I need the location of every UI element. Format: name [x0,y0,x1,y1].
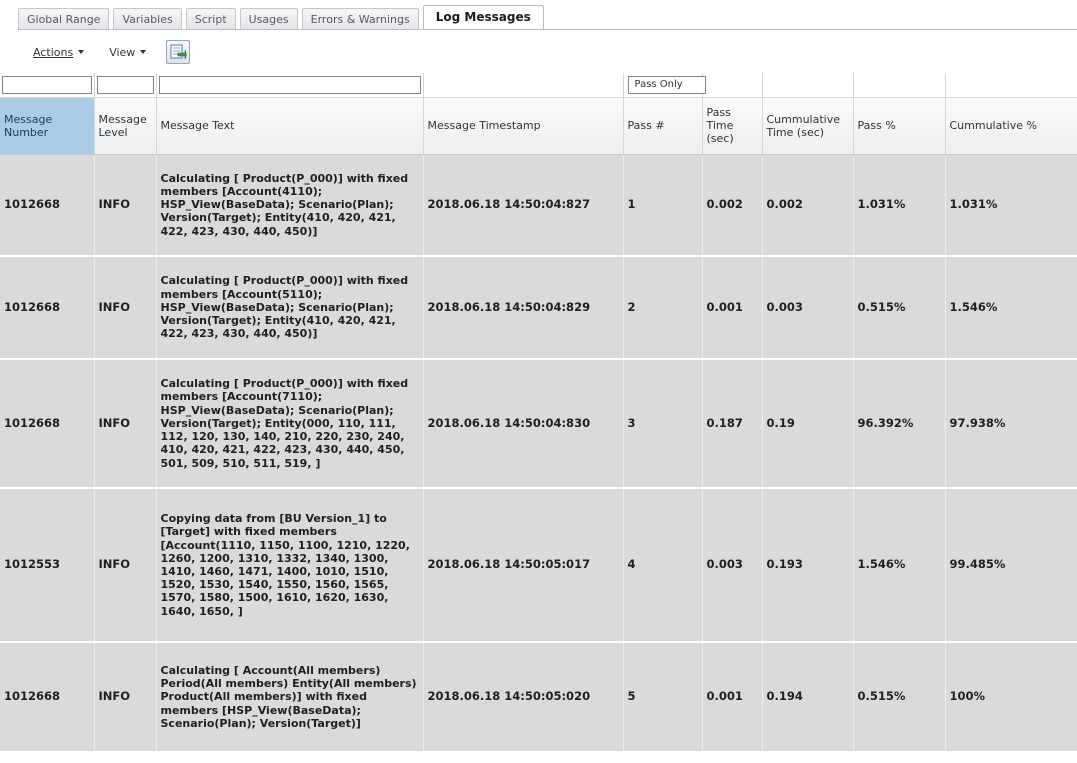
cell-cumulative-percent: 1.031% [945,154,1077,257]
export-to-excel-icon [170,44,188,60]
cell-message-text: Calculating [ Product(P_000)] with fixed… [156,154,424,257]
cell-pass-number: 1 [623,154,703,257]
filter-row: Pass Only [0,73,1077,98]
cell-pass-number: 3 [623,359,703,489]
cell-cumulative-time: 0.19 [762,359,854,489]
cell-pass-time: 0.001 [702,642,763,753]
cell-pass-time: 0.001 [702,256,763,360]
column-header-cumulative-percent[interactable]: Cummulative % [945,97,1077,155]
cell-message-number: 1012553 [0,488,95,643]
tab-divider [18,29,1077,30]
log-messages-table: Pass Only Message Number Message Level M… [0,73,1077,753]
cell-pass-number: 5 [623,642,703,753]
export-button[interactable] [166,40,191,64]
cell-message-timestamp: 2018.06.18 14:50:04:827 [423,154,624,257]
cell-pass-percent: 0.515% [853,642,946,753]
cell-cumulative-percent: 97.938% [945,359,1077,489]
cell-message-level: INFO [94,642,157,753]
column-header-pass-time[interactable]: Pass Time (sec) [702,97,763,155]
column-header-cumulative-time[interactable]: Cummulative Time (sec) [762,97,854,155]
tab-log-messages[interactable]: Log Messages [422,5,544,30]
toolbar: Actions View [18,37,1077,67]
cell-message-level: INFO [94,256,157,360]
view-menu[interactable]: View [109,45,147,59]
cell-cumulative-time: 0.194 [762,642,854,753]
tab-errors-warnings[interactable]: Errors & Warnings [301,8,419,29]
cell-pass-number: 4 [623,488,703,643]
cell-cumulative-percent: 99.485% [945,488,1077,643]
cell-pass-number: 2 [623,256,703,360]
filter-message-text[interactable] [158,75,421,94]
column-header-message-text[interactable]: Message Text [156,97,424,155]
cell-pass-time: 0.003 [702,488,763,643]
filter-message-level[interactable] [96,75,154,94]
cell-message-number: 1012668 [0,359,95,489]
tab-usages[interactable]: Usages [239,8,298,29]
cell-cumulative-time: 0.002 [762,154,854,257]
cell-message-timestamp: 2018.06.18 14:50:04:830 [423,359,624,489]
tab-script[interactable]: Script [185,8,236,29]
cell-cumulative-percent: 100% [945,642,1077,753]
filter-message-number[interactable] [2,75,92,94]
cell-message-timestamp: 2018.06.18 14:50:04:829 [423,256,624,360]
column-header-message-number[interactable]: Message Number [0,97,95,155]
tab-variables[interactable]: Variables [113,8,182,29]
column-header-message-timestamp[interactable]: Message Timestamp [423,97,624,155]
chevron-down-icon [140,50,147,54]
cell-message-number: 1012668 [0,642,95,753]
view-menu-label: View [109,45,136,59]
table-row[interactable]: 1012668 INFO Calculating [ Account(All m… [0,642,1077,753]
cell-message-number: 1012668 [0,154,95,257]
actions-menu[interactable]: Actions [33,45,85,59]
cell-pass-percent: 1.546% [853,488,946,643]
header-row: Message Number Message Level Message Tex… [0,97,1077,155]
table-row[interactable]: 1012668 INFO Calculating [ Product(P_000… [0,359,1077,489]
cell-cumulative-time: 0.193 [762,488,854,643]
cell-message-level: INFO [94,488,157,643]
table-row[interactable]: 1012553 INFO Copying data from [BU Versi… [0,488,1077,643]
tab-bar: Global Range Variables Script Usages Err… [18,5,548,30]
cell-message-text: Calculating [ Product(P_000)] with fixed… [156,256,424,360]
cell-pass-percent: 96.392% [853,359,946,489]
cell-message-number: 1012668 [0,256,95,360]
cell-message-timestamp: 2018.06.18 14:50:05:017 [423,488,624,643]
cell-pass-percent: 1.031% [853,154,946,257]
table-row[interactable]: 1012668 INFO Calculating [ Product(P_000… [0,256,1077,360]
table-row[interactable]: 1012668 INFO Calculating [ Product(P_000… [0,154,1077,257]
cell-message-text: Calculating [ Account(All members) Perio… [156,642,424,753]
cell-cumulative-percent: 1.546% [945,256,1077,360]
cell-pass-time: 0.002 [702,154,763,257]
cell-pass-percent: 0.515% [853,256,946,360]
chevron-down-icon [78,50,85,54]
cell-cumulative-time: 0.003 [762,256,854,360]
column-header-pass-number[interactable]: Pass # [623,97,703,155]
cell-message-level: INFO [94,359,157,489]
column-header-pass-percent[interactable]: Pass % [853,97,946,155]
column-header-message-level[interactable]: Message Level [94,97,157,155]
cell-message-level: INFO [94,154,157,257]
actions-menu-label: Actions [33,45,74,59]
cell-message-timestamp: 2018.06.18 14:50:05:020 [423,642,624,753]
cell-message-text: Calculating [ Product(P_000)] with fixed… [156,359,424,489]
tab-global-range[interactable]: Global Range [18,8,110,29]
cell-pass-time: 0.187 [702,359,763,489]
cell-message-text: Copying data from [BU Version_1] to [Tar… [156,488,424,643]
pass-only-filter[interactable]: Pass Only [627,75,706,94]
